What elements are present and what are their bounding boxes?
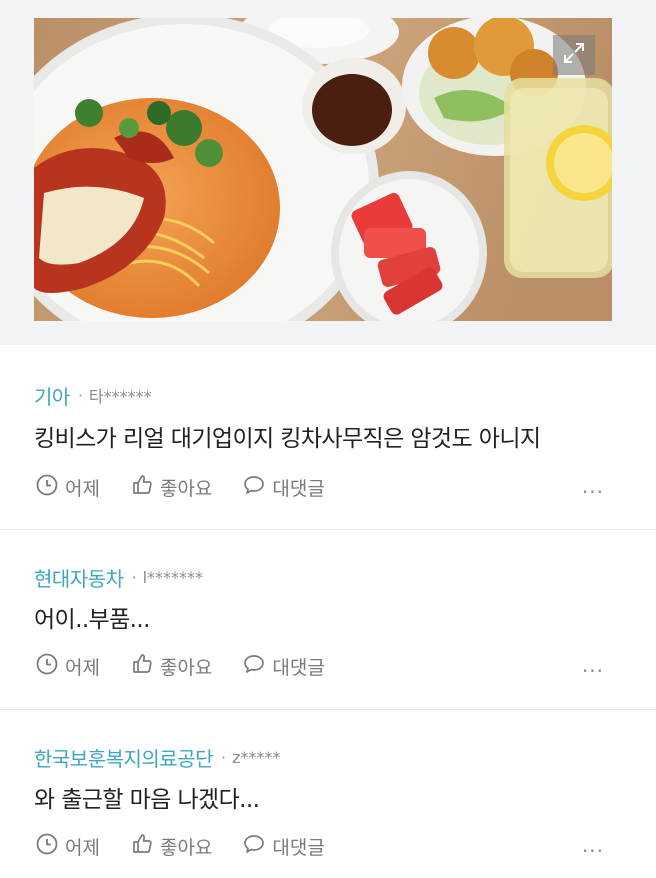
reply-button[interactable]: 대댓글 (242, 473, 325, 502)
comment-item: 기아 · 타****** 킹비스가 리얼 대기업이지 킹차사무직은 암것도 아니… (0, 345, 656, 530)
like-button[interactable]: 좋아요 (130, 652, 212, 681)
comment-text: 어이..부품... (34, 607, 150, 633)
speech-bubble-icon (242, 652, 272, 681)
more-options-button[interactable]: ··· (582, 482, 604, 502)
clock-icon (35, 473, 65, 502)
like-button[interactable]: 좋아요 (130, 473, 212, 502)
expand-icon (562, 41, 586, 69)
company-name[interactable]: 현대자동차 (34, 563, 124, 592)
separator: · (131, 567, 137, 587)
comment-meta: 기아 · 타****** (34, 381, 152, 409)
author-name: l******* (142, 567, 204, 587)
author-name: 타****** (88, 387, 152, 406)
company-name[interactable]: 기아 (34, 381, 70, 410)
time-label: 어제 (35, 652, 100, 681)
separator: · (77, 385, 83, 405)
comment-text: 킹비스가 리얼 대기업이지 킹차사무직은 암것도 아니지 (34, 426, 541, 452)
more-options-button[interactable]: ··· (582, 661, 604, 681)
company-name[interactable]: 한국보훈복지의료공단 (34, 743, 214, 772)
comment-meta: 한국보훈복지의료공단 · z***** (34, 743, 281, 771)
like-text: 좋아요 (159, 836, 213, 859)
expand-button[interactable] (553, 35, 595, 75)
clock-icon (35, 652, 65, 681)
clock-icon (35, 832, 65, 861)
time-label: 어제 (35, 832, 100, 861)
like-text: 좋아요 (159, 477, 213, 500)
reply-text: 대댓글 (272, 656, 325, 679)
comment-text: 와 출근할 마음 나겠다... (34, 787, 260, 813)
comment-actions: 어제 좋아요 대댓글 (35, 473, 355, 501)
reply-text: 대댓글 (272, 477, 325, 500)
comment-item: 한국보훈복지의료공단 · z***** 와 출근할 마음 나겠다... 어제 좋… (0, 710, 656, 878)
author-name: z***** (232, 747, 281, 767)
comment-item: 현대자동차 · l******* 어이..부품... 어제 좋아요 대댓글 ··… (0, 530, 656, 710)
speech-bubble-icon (242, 832, 272, 861)
separator: · (221, 747, 227, 767)
reply-button[interactable]: 대댓글 (242, 652, 325, 681)
reply-text: 대댓글 (272, 836, 325, 859)
time-text: 어제 (65, 656, 100, 679)
time-text: 어제 (65, 836, 100, 859)
more-options-button[interactable]: ··· (582, 841, 604, 861)
image-area (0, 0, 656, 345)
thumbs-up-icon (130, 832, 160, 861)
time-text: 어제 (65, 477, 100, 500)
comment-meta: 현대자동차 · l******* (34, 563, 203, 591)
time-label: 어제 (35, 473, 100, 502)
reply-button[interactable]: 대댓글 (242, 832, 325, 861)
thumbs-up-icon (130, 652, 160, 681)
comment-actions: 어제 좋아요 대댓글 (35, 652, 355, 680)
comment-actions: 어제 좋아요 대댓글 (35, 832, 355, 860)
speech-bubble-icon (242, 473, 272, 502)
thumbs-up-icon (130, 473, 160, 502)
like-text: 좋아요 (159, 656, 213, 679)
post-photo[interactable] (34, 18, 612, 321)
like-button[interactable]: 좋아요 (130, 832, 212, 861)
